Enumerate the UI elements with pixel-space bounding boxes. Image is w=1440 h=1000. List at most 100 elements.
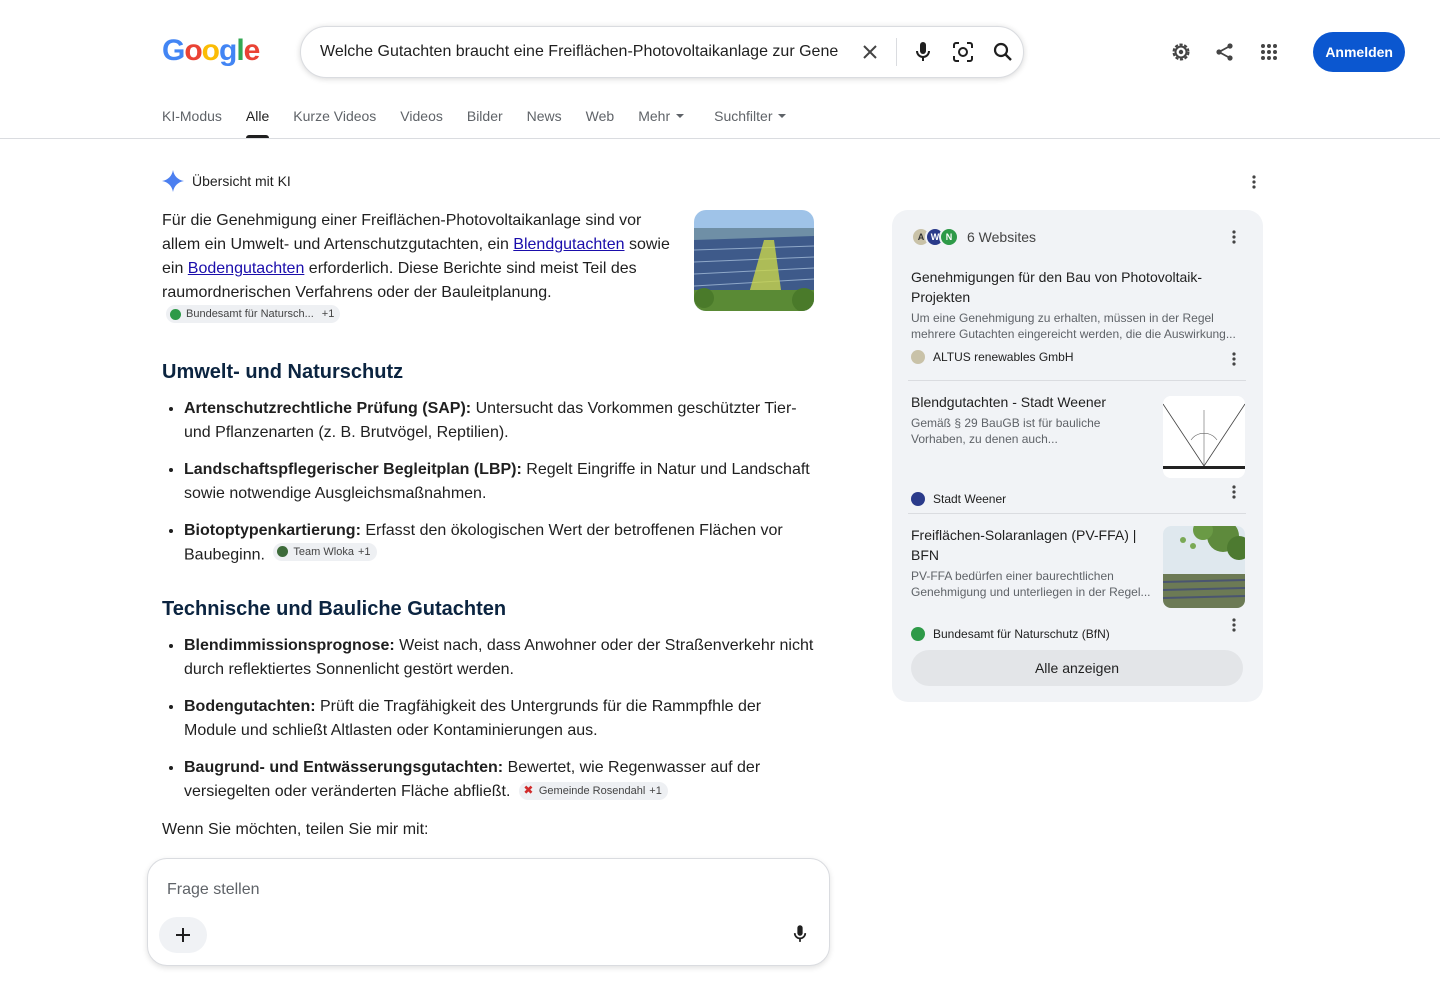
- source-title[interactable]: Blendgutachten - Stadt Weener: [911, 392, 1151, 412]
- item-term: Biotoptypenkartierung:: [184, 521, 361, 539]
- apps-grid-icon[interactable]: [1249, 32, 1289, 72]
- diagram-thumbnail[interactable]: [1163, 396, 1245, 478]
- source-card[interactable]: Blendgutachten - Stadt Weener Gemäß § 29…: [911, 392, 1245, 506]
- source-desc: Gemäß § 29 BauGB ist für bauliche Vorhab…: [911, 416, 1101, 446]
- source-chip[interactable]: Team Wloka +1: [273, 542, 377, 561]
- list-item: Baugrund- und Entwässerungsgutachten: Be…: [184, 755, 818, 804]
- chip-more: +1: [649, 784, 662, 797]
- source-card[interactable]: Freiflächen-Solaranlagen (PV-FFA) | BFN …: [911, 525, 1245, 641]
- show-all-button[interactable]: Alle anzeigen: [911, 650, 1243, 686]
- signin-button[interactable]: Anmelden: [1313, 32, 1405, 72]
- tab-suchfilter[interactable]: Suchfilter: [714, 108, 787, 138]
- logo-letter: e: [243, 34, 261, 67]
- add-icon[interactable]: [159, 917, 207, 953]
- logo-letter: o: [184, 34, 202, 67]
- item-term: Baugrund- und Entwässerungsgutachten:: [184, 759, 504, 776]
- source-site-name: ALTUS renewables GmbH: [933, 350, 1074, 364]
- tab-suchfilter-label: Suchfilter: [714, 108, 773, 124]
- tab-ki-modus[interactable]: KI-Modus: [162, 108, 222, 138]
- share-icon[interactable]: [1205, 32, 1245, 72]
- source-site[interactable]: Stadt Weener: [911, 492, 1006, 506]
- ai-overview-header: Übersicht mit KI: [162, 170, 291, 192]
- item-term: Artenschutzrechtliche Prüfung (SAP):: [184, 399, 472, 417]
- link-blendgutachten[interactable]: Blendgutachten: [513, 236, 624, 253]
- search-icon[interactable]: [983, 32, 1023, 72]
- list-item: Blendimmissionsprognose: Weist nach, das…: [184, 633, 818, 682]
- divider: [896, 38, 897, 66]
- altus-favicon-icon: [911, 350, 925, 364]
- logo-letter: l: [236, 34, 244, 67]
- more-options-icon[interactable]: [1224, 482, 1244, 502]
- weener-favicon-icon: [911, 492, 925, 506]
- link-bodengutachten[interactable]: Bodengutachten: [188, 260, 305, 277]
- source-site[interactable]: Bundesamt für Naturschutz (BfN): [911, 627, 1110, 641]
- source-site-name: Stadt Weener: [933, 492, 1007, 506]
- solar-field-thumbnail[interactable]: [1163, 526, 1245, 608]
- search-input[interactable]: Welche Gutachten braucht eine Freifläche…: [320, 43, 838, 61]
- item-term: Bodengutachten:: [184, 698, 316, 715]
- tab-web[interactable]: Web: [586, 108, 615, 138]
- more-options-icon[interactable]: [1224, 615, 1244, 635]
- list-item: Bodengutachten: Prüft die Tragfähigkeit …: [184, 694, 818, 743]
- tab-mehr-label: Mehr: [638, 108, 671, 124]
- gemini-sparkle-icon: [162, 170, 184, 192]
- tab-kurze-videos[interactable]: Kurze Videos: [293, 108, 376, 138]
- tab-alle[interactable]: Alle: [245, 108, 270, 138]
- google-logo[interactable]: Google: [162, 34, 261, 68]
- source-chip[interactable]: Bundesamt für Natursch... +1: [166, 305, 341, 323]
- source-title[interactable]: Genehmigungen für den Bau von Photovolta…: [911, 267, 1245, 307]
- caret-down-icon: [676, 114, 685, 118]
- followup-text: Wenn Sie möchten, teilen Sie mir mit:: [162, 821, 429, 838]
- list-item: Artenschutzrechtliche Prüfung (SAP): Unt…: [184, 396, 818, 445]
- lens-icon[interactable]: [943, 32, 983, 72]
- source-chip[interactable]: ✖ Gemeinde Rosendahl +1: [518, 781, 668, 800]
- source-site[interactable]: ALTUS renewables GmbH: [911, 350, 1074, 364]
- ask-input[interactable]: Frage stellen: [167, 881, 260, 899]
- bullet-list: Artenschutzrechtliche Prüfung (SAP): Unt…: [184, 396, 818, 568]
- solar-field-image[interactable]: [694, 210, 814, 311]
- section-heading: Technische und Bauliche Gutachten: [162, 598, 507, 620]
- item-term: Blendimmissionsprognose:: [184, 637, 395, 654]
- source-desc: PV-FFA bedürfen einer baurechtlichen Gen…: [911, 569, 1151, 599]
- bullet-list: Blendimmissionsprognose: Weist nach, das…: [184, 633, 818, 804]
- search-tabs: KI-Modus Alle Kurze Videos Videos Bilder…: [162, 108, 810, 138]
- more-options-icon[interactable]: [1244, 172, 1264, 192]
- rosendahl-favicon-icon: ✖: [523, 783, 534, 797]
- source-card[interactable]: Genehmigungen für den Bau von Photovolta…: [911, 267, 1245, 364]
- bfn-favicon-icon: [911, 627, 925, 641]
- caret-down-icon: [778, 114, 787, 118]
- tab-mehr[interactable]: Mehr: [638, 108, 685, 138]
- bfn-favicon-icon: [170, 308, 181, 320]
- chip-source: Gemeinde Rosendahl: [538, 784, 646, 797]
- item-term: Landschaftspflegerischer Begleitplan (LB…: [184, 460, 522, 478]
- wloka-favicon-icon: [277, 546, 289, 557]
- source-desc: Um eine Genehmigung zu erhalten, müssen …: [911, 311, 1236, 341]
- chip-more: +1: [357, 545, 371, 558]
- clear-icon[interactable]: [850, 32, 890, 72]
- bfn-favicon-icon: N: [939, 227, 959, 247]
- list-item: Biotoptypenkartierung: Erfasst den ökolo…: [184, 518, 818, 568]
- logo-letter: g: [219, 34, 237, 67]
- mic-icon[interactable]: [903, 32, 943, 72]
- sources-count[interactable]: A W N 6 Websites: [911, 227, 1036, 247]
- section-heading: Umwelt- und Naturschutz: [162, 360, 404, 383]
- divider: [908, 380, 1246, 381]
- mic-icon[interactable]: [793, 923, 807, 950]
- chip-source: Team Wloka: [293, 545, 354, 558]
- header-divider: [0, 138, 1440, 139]
- sources-count-label: 6 Websites: [967, 229, 1036, 245]
- ai-overview-title: Übersicht mit KI: [192, 173, 291, 189]
- tab-bilder[interactable]: Bilder: [467, 108, 503, 138]
- ask-followup-box[interactable]: Frage stellen: [147, 858, 830, 966]
- source-title[interactable]: Freiflächen-Solaranlagen (PV-FFA) | BFN: [911, 525, 1155, 565]
- more-options-icon[interactable]: [1224, 349, 1244, 369]
- tab-news[interactable]: News: [527, 108, 562, 138]
- sources-panel: A W N 6 Websites Genehmigungen für den B…: [892, 210, 1263, 702]
- source-site-name: Bundesamt für Naturschutz (BfN): [933, 627, 1110, 641]
- ai-intro-paragraph: Für die Genehmigung einer Freiflächen-Ph…: [162, 209, 678, 330]
- logo-letter: G: [162, 34, 185, 67]
- search-box[interactable]: Welche Gutachten braucht eine Freifläche…: [300, 26, 1024, 78]
- tab-videos[interactable]: Videos: [400, 108, 443, 138]
- more-options-icon[interactable]: [1224, 227, 1244, 247]
- settings-gear-icon[interactable]: [1161, 32, 1201, 72]
